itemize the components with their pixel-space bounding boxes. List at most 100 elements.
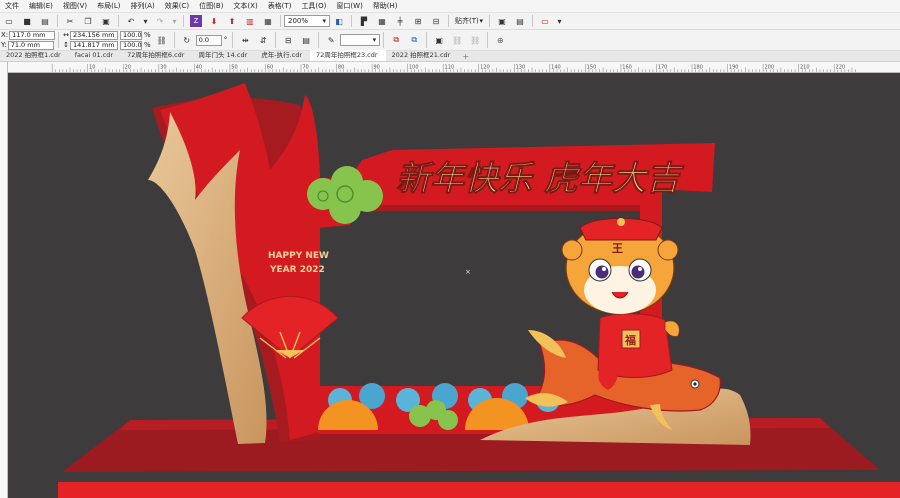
launcher-icon[interactable]: Z (190, 15, 202, 27)
ruler-tick-label: 210 (800, 64, 810, 70)
document-tab[interactable]: 2022 拍照框1.cdr (0, 50, 69, 61)
redo-icon[interactable]: ↷ (154, 15, 166, 27)
outline-pen-icon[interactable]: ✎ (325, 34, 337, 46)
menu-table[interactable]: 表格(T) (263, 0, 297, 13)
mirror-horizontal-icon[interactable]: ⇹ (239, 34, 251, 46)
drawing-canvas[interactable]: 新年快乐 虎年大吉 HAPPY NEW YEAR 2022 福 王 × (8, 73, 900, 498)
x-position-input[interactable]: 117.0 mm (9, 30, 56, 40)
publish-icon[interactable]: ▦ (262, 15, 274, 27)
document-tab[interactable]: 周年门头 14.cdr (192, 50, 255, 61)
zoom-level-select[interactable]: 200% ▾ (284, 15, 330, 27)
horizontal-ruler[interactable]: 10 20 30 40 50 60 70 80 90 100 110 120 130 140 150 160 1… (8, 62, 900, 73)
x-position-icon: X: (1, 31, 9, 39)
menu-file[interactable]: 文件 (0, 0, 24, 13)
dynamic-guides-icon[interactable]: ⊞ (412, 15, 424, 27)
ruler-tick-label: 100 (409, 64, 419, 70)
scale-width-input[interactable]: 100.0 (120, 30, 143, 40)
undo-icon[interactable]: ↶ (125, 15, 137, 27)
height-icon: ↕ (63, 41, 70, 49)
ruler-tick-label: 120 (480, 64, 490, 70)
ruler-tick-label: 200 (764, 64, 774, 70)
grid-icon[interactable]: ▦ (376, 15, 388, 27)
add-icon[interactable]: ⊕ (494, 34, 506, 46)
alignment-guides-icon[interactable]: ⊟ (430, 15, 442, 27)
options-icon[interactable]: ▣ (496, 15, 508, 27)
redo-dropdown-icon[interactable]: ▾ (172, 15, 177, 27)
rulers-icon[interactable]: ▛ (358, 15, 370, 27)
application-launcher-icon[interactable]: ▤ (514, 15, 526, 27)
ruler-tick-label: 10 (89, 64, 95, 70)
outline-width-select[interactable]: ▾ (340, 34, 381, 46)
menu-window[interactable]: 窗口(W) (331, 0, 367, 13)
to-back-icon[interactable]: ⧉ (408, 34, 420, 46)
rotation-icon: ↻ (183, 35, 191, 45)
export-icon[interactable]: ⬆ (226, 15, 238, 27)
document-tab[interactable]: 72周年拍照框6.cdr (121, 50, 192, 61)
ruler-tick-label: 140 (551, 64, 561, 70)
artwork: 新年快乐 虎年大吉 HAPPY NEW YEAR 2022 福 王 × (58, 83, 900, 498)
y-position-input[interactable]: 71.0 mm (7, 40, 54, 50)
full-screen-icon[interactable]: ◧ (333, 15, 345, 27)
wrap-text-icon[interactable]: ▤ (300, 34, 312, 46)
group-icon[interactable]: ▣ (433, 34, 445, 46)
tiger-forehead-text: 王 (612, 242, 623, 255)
menu-edit[interactable]: 编辑(E) (24, 0, 58, 13)
menu-help[interactable]: 帮助(H) (368, 0, 403, 13)
mirror-vertical-icon[interactable]: ⇵ (257, 34, 269, 46)
ungroup-all-icon[interactable]: ⛓ (469, 34, 481, 46)
welcome-screen-icon[interactable]: ▭ (539, 15, 551, 27)
standard-toolbar: ▭ ■ ▤ ✂ ❐ ▣ ↶ ▾ ↷ ▾ Z ⬇ ⬆ ▥ ▦ 200% ▾ ◧ ▛… (0, 13, 900, 30)
chevron-down-icon: ▾ (479, 17, 483, 25)
document-tab-active[interactable]: 72周年拍照框23.cdr (310, 50, 386, 61)
ruler-tick-label: 50 (231, 64, 237, 70)
ruler-tick-label: 110 (445, 64, 455, 70)
lock-ratio-icon[interactable]: ⛓ (156, 34, 168, 46)
scale-height-input[interactable]: 100.0 (120, 40, 143, 50)
rotation-input[interactable]: 0.0 (195, 34, 222, 46)
ruler-tick-label: 190 (729, 64, 739, 70)
document-tabs: 2022 拍照框1.cdr facai 01.cdr 72周年拍照框6.cdr … (0, 50, 900, 62)
width-input[interactable]: 234.156 mm (70, 30, 119, 40)
year-2022-text: YEAR 2022 (269, 265, 325, 275)
to-front-icon[interactable]: ⧉ (390, 34, 402, 46)
import-icon[interactable]: ⬇ (208, 15, 220, 27)
cut-icon[interactable]: ✂ (64, 15, 76, 27)
export-pdf-icon[interactable]: ▥ (244, 15, 256, 27)
save-icon[interactable]: ■ (21, 15, 33, 27)
ungroup-icon[interactable]: ⛓ (451, 34, 463, 46)
new-document-icon[interactable]: ▭ (3, 15, 15, 27)
guidelines-icon[interactable]: ╪ (394, 15, 406, 27)
snap-to-dropdown[interactable]: 贴齐(T) ▾ (452, 15, 486, 27)
zoom-level-value: 200% (288, 17, 309, 25)
document-tab[interactable]: facai 01.cdr (69, 50, 121, 61)
ruler-tick-label: 160 (622, 64, 632, 70)
copy-icon[interactable]: ❐ (82, 15, 94, 27)
add-tab-icon[interactable]: + (458, 52, 473, 61)
tiger-coin-text: 福 (624, 333, 636, 347)
chevron-down-icon: ▾ (372, 36, 377, 44)
y-position-icon: Y: (1, 41, 7, 49)
property-bar: X: 117.0 mm Y: 71.0 mm ↔ 234.156 mm ↕ 14… (0, 30, 900, 51)
print-icon[interactable]: ▤ (39, 15, 51, 27)
menu-tools[interactable]: 工具(O) (296, 0, 331, 13)
menu-text[interactable]: 文本(X) (228, 0, 262, 13)
menu-layout[interactable]: 布局(L) (92, 0, 125, 13)
menu-bar: 文件 编辑(E) 视图(V) 布局(L) 排列(A) 效果(C) 位图(B) 文… (0, 0, 900, 13)
ruler-tick-label: 150 (587, 64, 597, 70)
document-tab[interactable]: 2022 拍照框21.cdr (386, 50, 459, 61)
paste-icon[interactable]: ▣ (100, 15, 112, 27)
toolbar-options-icon[interactable]: ▾ (557, 15, 562, 27)
rotation-unit: ° (223, 36, 228, 44)
height-input[interactable]: 141.817 mm (70, 40, 119, 50)
menu-arrange[interactable]: 排列(A) (126, 0, 160, 13)
undo-dropdown-icon[interactable]: ▾ (143, 15, 148, 27)
ruler-tick-label: 30 (160, 64, 166, 70)
menu-view[interactable]: 视图(V) (58, 0, 92, 13)
menu-bitmaps[interactable]: 位图(B) (194, 0, 228, 13)
align-icon[interactable]: ⊟ (282, 34, 294, 46)
snap-to-label: 贴齐(T) (455, 17, 479, 25)
vertical-ruler[interactable] (0, 62, 8, 498)
ruler-tick-label: 60 (267, 64, 273, 70)
menu-effects[interactable]: 效果(C) (160, 0, 194, 13)
document-tab[interactable]: 虎年-执行.cdr (255, 50, 310, 61)
